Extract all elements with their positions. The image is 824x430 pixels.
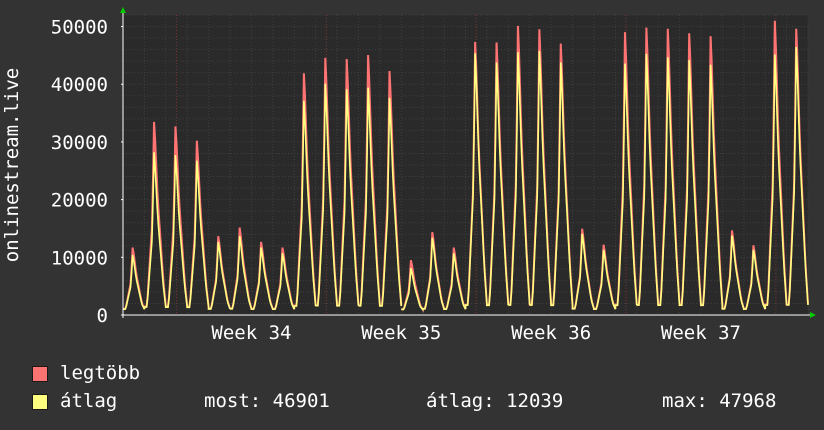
legend-label-max: legtöbb — [60, 362, 141, 384]
x-tick-label: Week 36 — [511, 322, 591, 344]
stat-now: most: 46901 — [204, 390, 330, 412]
legend-swatch-avg — [32, 394, 48, 410]
y-tick-label: 20000 — [51, 190, 108, 212]
y-tick-label: 0 — [97, 305, 108, 327]
y-tick-label: 30000 — [51, 132, 108, 154]
legend-label-avg: átlag — [60, 390, 118, 412]
x-tick-label: Week 35 — [361, 322, 441, 344]
y-axis-label: onlinestream.live — [1, 68, 23, 262]
x-tick-label: Week 37 — [661, 322, 741, 344]
y-tick-label: 10000 — [51, 247, 108, 269]
legend-row-max: legtöbb — [0, 362, 824, 386]
x-axis-arrow — [810, 312, 816, 318]
legend-row-avg: átlag most: 46901 átlag: 12039 max: 4796… — [0, 390, 824, 414]
stat-max: max: 47968 — [662, 390, 777, 412]
x-tick-label: Week 34 — [211, 322, 291, 344]
stat-average: átlag: 12039 — [426, 390, 564, 412]
y-axis-arrow — [120, 7, 126, 13]
y-tick-label: 50000 — [51, 17, 108, 39]
y-tick-label: 40000 — [51, 74, 108, 96]
legend-swatch-max — [32, 366, 48, 382]
